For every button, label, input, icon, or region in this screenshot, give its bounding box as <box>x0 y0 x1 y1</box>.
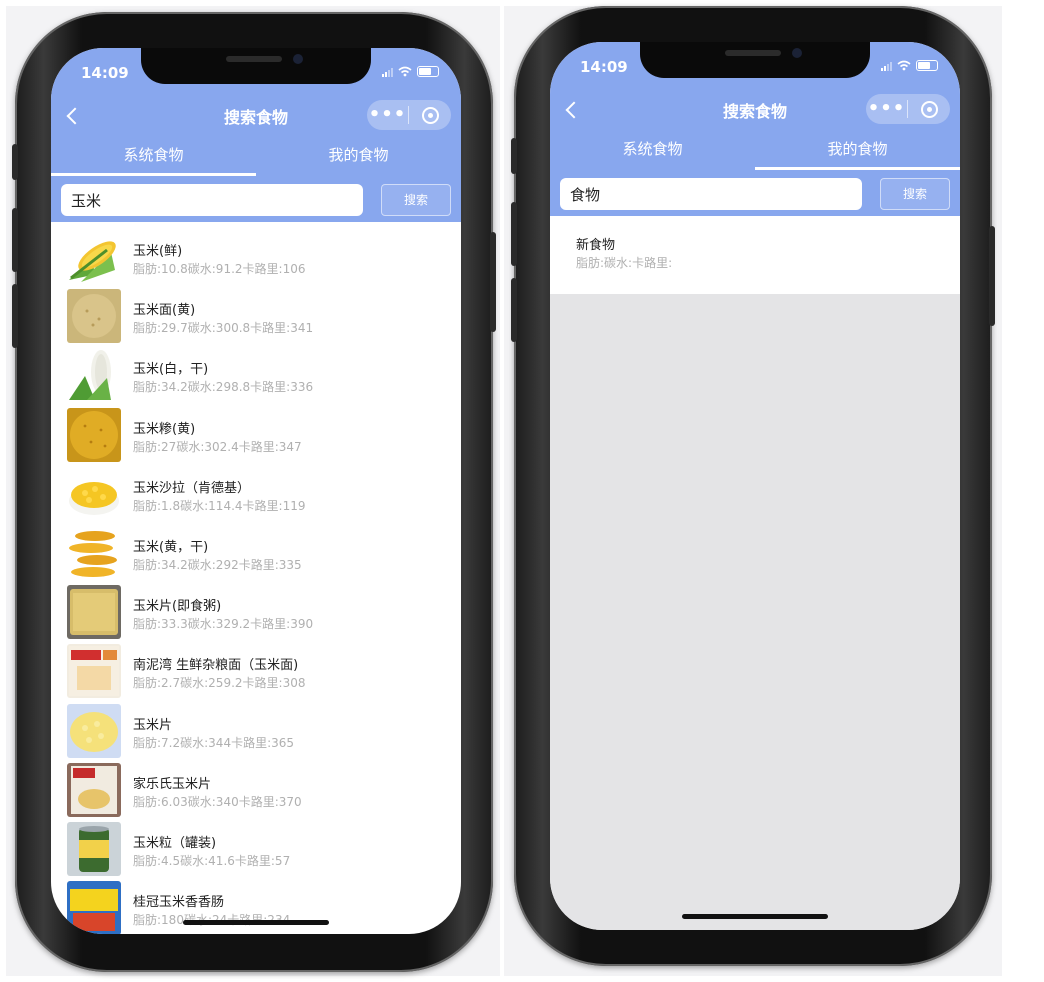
left-phone-frame: 14:09 搜索食物 ••• 系统食物 我的食物 搜索 <box>12 12 496 972</box>
list-item[interactable]: 玉米糁(黄) 脂肪:27碳水:302.4卡路里:347 <box>51 404 461 463</box>
food-name: 玉米片 <box>133 717 173 733</box>
wifi-icon <box>398 66 412 77</box>
volume-up-button <box>511 202 517 266</box>
food-name: 玉米(鲜) <box>133 244 183 259</box>
close-target-icon[interactable] <box>409 106 451 124</box>
corn-grits-icon <box>67 407 121 462</box>
list-item[interactable]: 玉米面(黄) 脂肪:29.7碳水:300.8卡路里:341 <box>51 285 461 344</box>
search-row: 搜索 <box>51 180 461 224</box>
left-screen: 14:09 搜索食物 ••• 系统食物 我的食物 搜索 <box>51 48 461 934</box>
tab-system-foods[interactable]: 系统食物 <box>51 140 256 176</box>
status-icons <box>382 66 439 77</box>
search-button[interactable]: 搜索 <box>880 178 950 210</box>
food-name: 新食物 <box>576 238 616 253</box>
list-item[interactable]: 桂冠玉米香香肠 脂肪:180碳水:24卡路里:234 <box>51 877 461 934</box>
food-name: 玉米面(黄) <box>133 303 196 319</box>
corn-can-icon <box>67 821 121 876</box>
tab-my-foods[interactable]: 我的食物 <box>256 140 461 176</box>
empty-area <box>550 294 960 930</box>
food-nutrition: 脂肪:34.2碳水:292卡路里:335 <box>133 557 302 572</box>
food-name: 家乐氏玉米片 <box>133 776 212 792</box>
food-name: 桂冠玉米香香肠 <box>133 895 225 911</box>
search-row: 搜索 <box>550 174 960 218</box>
home-indicator[interactable] <box>682 914 828 919</box>
food-nutrition: 脂肪:33.3碳水:329.2卡路里:390 <box>133 617 314 632</box>
power-button <box>989 226 995 326</box>
camera-icon <box>792 48 802 58</box>
tab-bar: 系统食物 我的食物 <box>550 134 960 170</box>
noodle-pack-icon <box>67 644 121 699</box>
food-nutrition: 脂肪:10.8碳水:91.2卡路里:106 <box>133 262 306 276</box>
list-item[interactable]: 玉米片(即食粥) 脂肪:33.3碳水:329.2卡路里:390 <box>51 581 461 640</box>
search-input[interactable] <box>61 184 363 216</box>
wifi-icon <box>897 60 911 71</box>
list-item[interactable]: 家乐氏玉米片 脂肪:6.03碳水:340卡路里:370 <box>51 759 461 818</box>
status-time: 14:09 <box>81 64 129 82</box>
list-item[interactable]: 玉米(鲜) 脂肪:10.8碳水:91.2卡路里:106 <box>51 226 461 285</box>
more-icon[interactable]: ••• <box>866 94 907 124</box>
list-item[interactable]: 南泥湾 生鲜杂粮面（玉米面) 脂肪:2.7碳水:259.2卡路里:308 <box>51 640 461 699</box>
volume-down-button <box>12 284 18 348</box>
food-name: 玉米沙拉（肯德基） <box>133 480 251 496</box>
white-corn-icon <box>67 348 121 403</box>
volume-up-button <box>12 208 18 272</box>
silent-switch <box>511 138 517 174</box>
food-nutrition: 脂肪:29.7碳水:300.8卡路里:341 <box>133 321 314 336</box>
battery-icon <box>916 60 938 71</box>
corn-fresh-icon <box>67 230 121 284</box>
tab-bar: 系统食物 我的食物 <box>51 140 461 176</box>
kelloggs-box-icon <box>67 762 121 817</box>
sausage-pack-icon <box>67 881 121 934</box>
food-nutrition: 脂肪:4.5碳水:41.6卡路里:57 <box>133 853 291 868</box>
notch <box>640 42 870 78</box>
food-nutrition: 脂肪:7.2碳水:344卡路里:365 <box>133 735 295 750</box>
right-phone-frame: 14:09 搜索食物 ••• 系统食物 我的食物 搜索 <box>511 6 995 966</box>
food-nutrition: 脂肪:1.8碳水:114.4卡路里:119 <box>133 498 306 513</box>
volume-down-button <box>511 278 517 342</box>
food-name: 玉米片(即食粥) <box>133 599 222 615</box>
food-nutrition: 脂肪:2.7碳水:259.2卡路里:308 <box>133 676 306 691</box>
more-icon[interactable]: ••• <box>367 100 408 130</box>
tab-system-foods[interactable]: 系统食物 <box>550 134 755 170</box>
close-target-icon[interactable] <box>908 100 950 118</box>
signal-icon <box>881 61 892 71</box>
battery-icon <box>417 66 439 77</box>
food-list: 玉米(鲜) 脂肪:10.8碳水:91.2卡路里:106 玉米面(黄) 脂肪:29… <box>51 226 461 934</box>
food-name: 玉米(白，干) <box>133 362 209 378</box>
status-icons <box>881 60 938 71</box>
list-item[interactable]: 玉米沙拉（肯德基） 脂肪:1.8碳水:114.4卡路里:119 <box>51 463 461 522</box>
food-nutrition: 脂肪:27碳水:302.4卡路里:347 <box>133 439 302 454</box>
signal-icon <box>382 67 393 77</box>
camera-icon <box>293 54 303 64</box>
corn-porridge-icon <box>67 585 121 640</box>
miniprogram-capsule: ••• <box>367 100 451 130</box>
corn-flakes-icon <box>67 703 121 758</box>
list-item[interactable]: 玉米片 脂肪:7.2碳水:344卡路里:365 <box>51 700 461 759</box>
food-nutrition: 脂肪:34.2碳水:298.8卡路里:336 <box>133 380 314 395</box>
search-input[interactable] <box>560 178 862 210</box>
list-item[interactable]: 玉米粒（罐装) 脂肪:4.5碳水:41.6卡路里:57 <box>51 818 461 877</box>
food-nutrition: 脂肪:6.03碳水:340卡路里:370 <box>133 794 302 809</box>
cornmeal-icon <box>67 289 121 344</box>
food-name: 玉米粒（罐装) <box>133 835 217 851</box>
list-item[interactable]: 玉米(白，干) 脂肪:34.2碳水:298.8卡路里:336 <box>51 344 461 403</box>
food-list: 新食物 脂肪:碳水:卡路里: <box>550 220 960 294</box>
search-button[interactable]: 搜索 <box>381 184 451 216</box>
home-indicator[interactable] <box>183 920 329 925</box>
food-name: 玉米(黄，干) <box>133 539 209 555</box>
silent-switch <box>12 144 18 180</box>
status-time: 14:09 <box>580 58 628 76</box>
list-item[interactable]: 玉米(黄，干) 脂肪:34.2碳水:292卡路里:335 <box>51 522 461 581</box>
dried-corn-icon <box>67 525 121 580</box>
food-nutrition: 脂肪:碳水:卡路里: <box>576 256 673 270</box>
corn-salad-icon <box>67 466 121 521</box>
food-name: 玉米糁(黄) <box>133 421 196 437</box>
list-item[interactable]: 新食物 脂肪:碳水:卡路里: <box>550 220 960 294</box>
right-screen: 14:09 搜索食物 ••• 系统食物 我的食物 搜索 <box>550 42 960 930</box>
notch <box>141 48 371 84</box>
food-name: 南泥湾 生鲜杂粮面（玉米面) <box>133 658 299 674</box>
tab-my-foods[interactable]: 我的食物 <box>755 134 960 170</box>
miniprogram-capsule: ••• <box>866 94 950 124</box>
power-button <box>490 232 496 332</box>
